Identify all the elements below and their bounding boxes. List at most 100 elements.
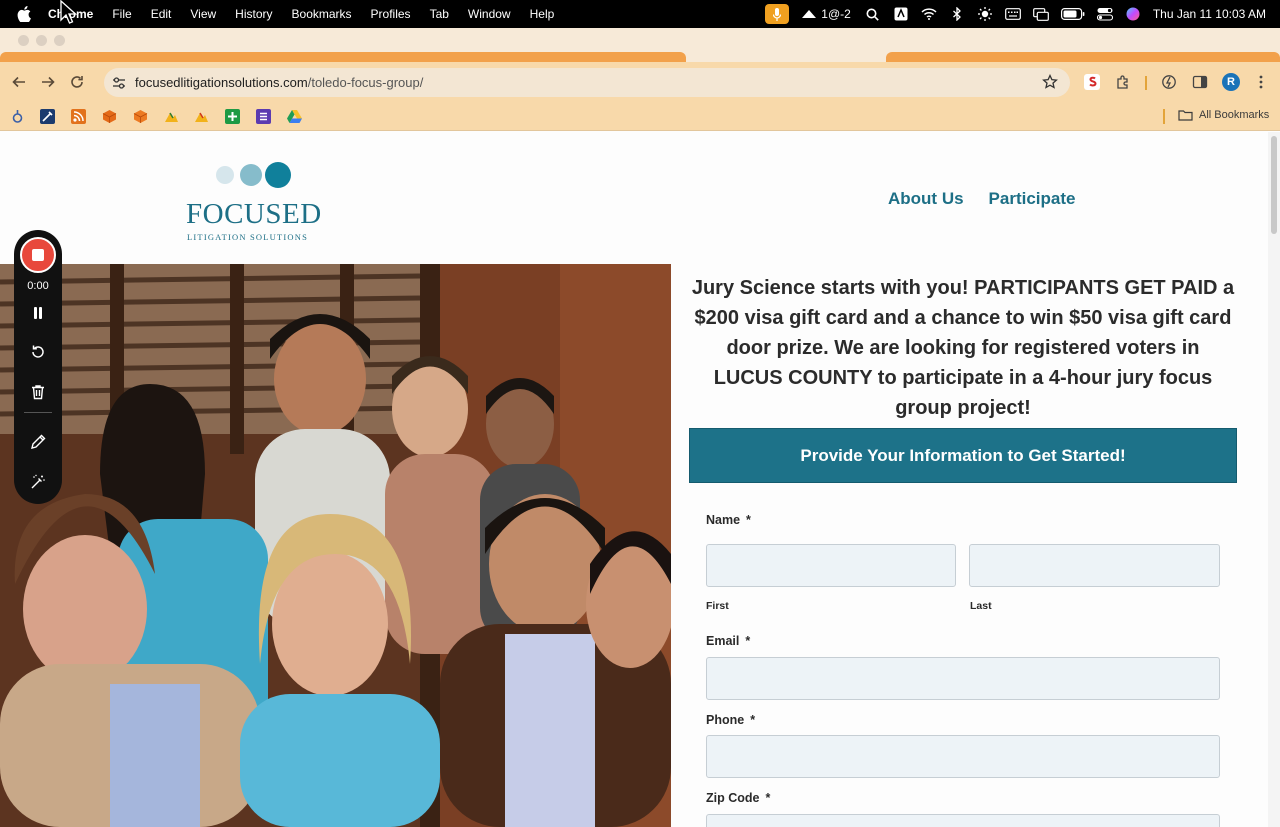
screen-mirroring-icon[interactable] [1032,6,1049,22]
bookmark-mountain-icon[interactable] [164,109,179,124]
site-logo[interactable]: FOCUSED LITIGATION SOLUTIONS [186,162,321,242]
menu-file[interactable]: File [112,7,131,21]
address-bar[interactable]: focusedlitigationsolutions.com/toledo-fo… [104,68,1070,97]
name-label-text: Name [706,513,741,527]
control-center-icon[interactable] [1096,6,1113,22]
battery-icon[interactable] [1060,6,1085,22]
macos-menu-bar: Chrome File Edit View History Bookmarks … [0,0,1280,28]
email-input[interactable] [706,657,1220,700]
required-marker: * [765,791,771,805]
bookmarks-bar: All Bookmarks [0,102,1280,131]
logo-dots-icon [216,162,291,188]
pen-icon[interactable] [28,432,48,452]
brightness-icon[interactable] [977,6,993,22]
remote-desktop-icon[interactable] [801,6,817,22]
apple-icon[interactable] [16,6,32,22]
status-indicator-text[interactable]: 1@-2 [821,7,851,21]
menu-window[interactable]: Window [468,7,511,21]
site-settings-icon[interactable] [111,75,127,91]
browser-tab[interactable] [886,52,1280,62]
last-name-sublabel: Last [970,600,992,612]
recorder-divider [24,412,52,413]
extensions-puzzle-icon[interactable] [1114,73,1132,91]
close-window-button[interactable] [18,35,29,46]
stop-recording-button[interactable] [20,237,56,273]
menu-profiles[interactable]: Profiles [371,7,411,21]
bluetooth-icon[interactable] [949,6,965,22]
bookmark-circle-icon[interactable] [10,109,25,124]
logo-tagline: LITIGATION SOLUTIONS [187,232,309,242]
zip-code-input[interactable] [706,814,1220,827]
bookmark-star-icon[interactable] [1042,73,1058,90]
required-marker: * [746,513,751,527]
required-marker: * [745,634,751,648]
last-name-input[interactable] [969,544,1220,587]
magic-wand-icon[interactable] [28,472,48,492]
google-drive-icon[interactable] [287,109,302,124]
extension-s-icon[interactable] [1083,73,1101,91]
hero-headline: Jury Science starts with you! PARTICIPAN… [691,277,1235,419]
bookmark-cube-icon[interactable] [133,109,148,124]
keyboard-icon[interactable] [1004,6,1021,22]
more-menu-icon[interactable] [1252,73,1270,91]
side-panel-icon[interactable] [1191,73,1209,91]
bookmark-pen-icon[interactable] [40,109,55,124]
performance-icon[interactable] [1160,73,1178,91]
menu-view[interactable]: View [190,7,216,21]
back-button[interactable] [9,72,29,92]
zoom-window-button[interactable] [54,35,65,46]
bookmark-rss-icon[interactable] [71,109,86,124]
browser-toolbar: focusedlitigationsolutions.com/toledo-fo… [0,62,1280,102]
window-controls [18,35,65,46]
all-bookmarks-label: All Bookmarks [1199,109,1270,121]
email-label: Email * [706,634,750,648]
bookmark-list-icon[interactable] [256,109,271,124]
screen-recorder-toolbar: 0:00 [14,230,62,504]
url-text[interactable]: focusedlitigationsolutions.com/toledo-fo… [135,75,423,90]
reload-button[interactable] [67,72,87,92]
recording-timer: 0:00 [27,280,49,292]
stop-icon [32,249,44,261]
microphone-icon[interactable] [765,4,790,24]
url-host: focusedlitigationsolutions.com [135,75,308,90]
url-path: /toledo-focus-group/ [307,75,424,90]
zip-code-label-text: Zip Code [706,791,760,805]
bookmark-mountain-icon[interactable] [194,109,209,124]
restart-icon[interactable] [28,342,48,362]
active-tab[interactable] [0,52,686,62]
phone-label-text: Phone [706,713,745,727]
search-icon[interactable] [865,6,881,22]
phone-label: Phone * [706,713,755,727]
bookmark-cube-icon[interactable] [102,109,117,124]
page-scrollbar[interactable] [1268,132,1280,827]
minimize-window-button[interactable] [36,35,47,46]
trash-icon[interactable] [28,382,48,402]
siri-icon[interactable] [1125,6,1141,22]
forward-button[interactable] [38,72,58,92]
menu-help[interactable]: Help [530,7,555,21]
all-bookmarks-button[interactable]: All Bookmarks [1178,109,1269,121]
email-label-text: Email [706,634,740,648]
first-name-sublabel: First [706,600,729,612]
menu-history[interactable]: History [235,7,272,21]
name-label: Name * [706,513,751,527]
pause-icon[interactable] [28,303,48,323]
bookmark-plus-icon[interactable] [225,109,240,124]
text-input-icon[interactable] [893,6,909,22]
menu-bookmarks[interactable]: Bookmarks [292,7,352,21]
tab-strip [0,28,1280,64]
first-name-input[interactable] [706,544,956,587]
profile-avatar[interactable]: R [1222,73,1240,91]
menu-edit[interactable]: Edit [151,7,172,21]
wifi-icon[interactable] [921,6,937,22]
menubar-clock[interactable]: Thu Jan 11 10:03 AM [1153,7,1266,21]
phone-input[interactable] [706,735,1220,778]
required-marker: * [750,713,756,727]
zip-code-label: Zip Code * [706,791,770,805]
scrollbar-thumb[interactable] [1271,136,1277,234]
nav-about-us[interactable]: About Us [888,189,964,209]
nav-participate[interactable]: Participate [989,189,1076,209]
mouse-cursor-icon [60,0,78,24]
cta-banner: Provide Your Information to Get Started! [689,428,1237,483]
menu-tab[interactable]: Tab [430,7,449,21]
